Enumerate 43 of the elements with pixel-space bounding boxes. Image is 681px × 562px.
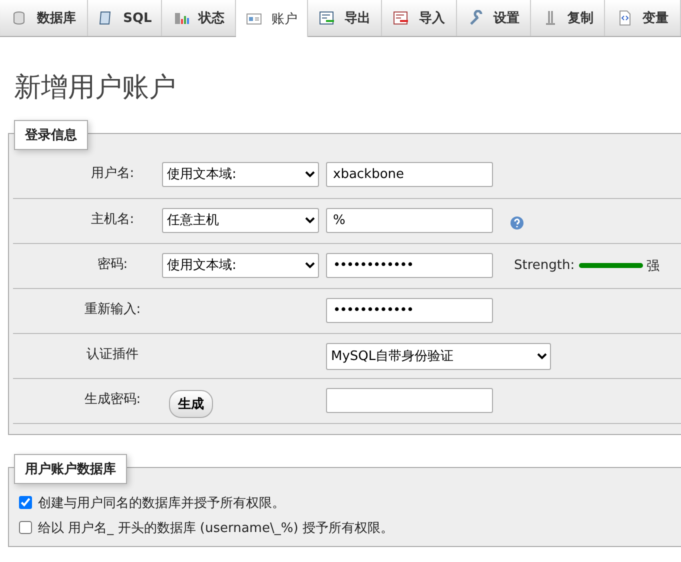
field-label: 重新输入: xyxy=(83,301,142,318)
field-label: 认证插件 xyxy=(86,346,140,363)
import-icon xyxy=(393,10,409,26)
input-field[interactable]: % xyxy=(326,208,493,233)
input-field[interactable]: •••••••••••• xyxy=(326,253,493,278)
dropdown[interactable]: 任意主机 xyxy=(162,208,319,233)
database-icon xyxy=(11,10,27,26)
panel-legend: 用户账户数据库 xyxy=(14,454,127,484)
strength-meter xyxy=(578,263,643,268)
wrench-icon xyxy=(468,10,484,26)
tab[interactable]: 数据库 xyxy=(0,0,88,36)
checkbox[interactable] xyxy=(19,496,32,509)
tab[interactable]: 账户 xyxy=(236,0,308,37)
page-title: 新增用户账户 xyxy=(14,71,177,105)
scroll-icon xyxy=(97,10,114,26)
tab[interactable]: 设置 xyxy=(457,0,531,36)
code-file-icon xyxy=(616,10,632,26)
dropdown[interactable]: 使用文本域: xyxy=(162,162,319,187)
tab[interactable]: 导入 xyxy=(382,0,457,36)
checkbox[interactable] xyxy=(19,521,32,534)
input-field[interactable]: xbackbone xyxy=(326,162,493,187)
field-label: 生成密码: xyxy=(83,391,142,408)
field-label: 主机名: xyxy=(90,211,136,228)
option-label: 给以 用户名_ 开头的数据库 (username\_%) 授予所有权限。 xyxy=(38,520,394,536)
dropdown[interactable]: 使用文本域: xyxy=(162,253,319,278)
field-label: 用户名: xyxy=(90,165,136,182)
generate-button[interactable]: 生成 xyxy=(169,390,213,418)
tab[interactable]: 复制 xyxy=(531,0,605,36)
help-icon[interactable] xyxy=(510,216,524,230)
option-label: 创建与用户同名的数据库并授予所有权限。 xyxy=(38,494,285,512)
input-field[interactable]: •••••••••••• xyxy=(326,298,493,323)
export-icon xyxy=(318,10,334,26)
tab[interactable]: 变量 xyxy=(605,0,681,36)
panel-legend: 登录信息 xyxy=(14,120,88,150)
id-card-icon xyxy=(246,10,262,26)
tab[interactable]: 导出 xyxy=(308,0,382,36)
strength-label: Strength: xyxy=(514,258,575,273)
field-label: 密码: xyxy=(96,256,129,273)
tab[interactable]: SQL xyxy=(88,0,162,36)
input-field[interactable] xyxy=(326,388,493,413)
strength-text: 强 xyxy=(646,258,660,274)
bar-chart-icon xyxy=(172,10,188,26)
dropdown[interactable]: MySQL自带身份验证 xyxy=(326,343,551,370)
